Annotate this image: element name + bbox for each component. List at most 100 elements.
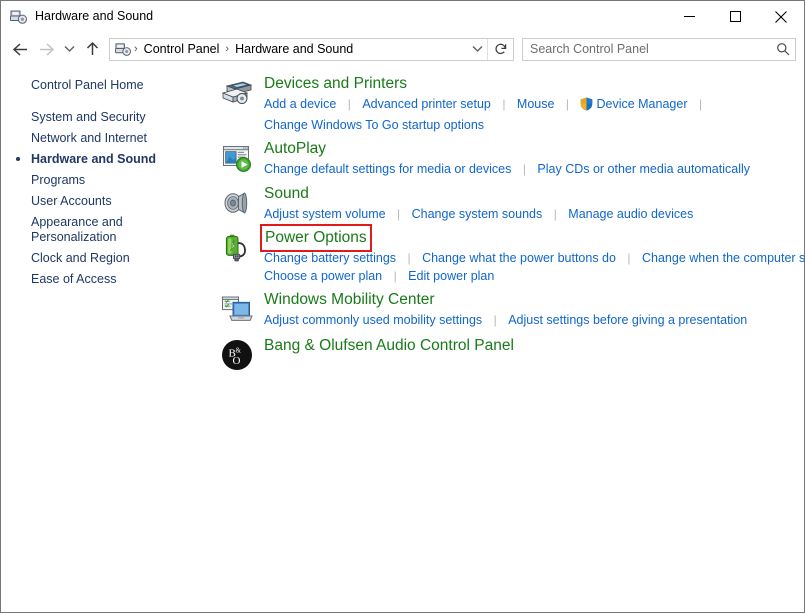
minimize-button[interactable]	[666, 1, 712, 32]
category-body: Bang & Olufsen Audio Control Panel	[257, 335, 804, 357]
refresh-icon[interactable]	[487, 38, 513, 60]
link-change-default-settings-for-media-or-devices[interactable]: Change default settings for media or dev…	[264, 162, 511, 176]
link-separator: |	[493, 313, 497, 328]
sidebar-item-appearance-and-personalization[interactable]: Appearance and Personalization	[1, 212, 211, 248]
category-title-windows-mobility-center[interactable]: Windows Mobility Center	[264, 290, 435, 310]
category-sound: Sound Adjust system volume | Change syst…	[211, 184, 804, 223]
breadcrumb-item-control-panel[interactable]: Control Panel	[141, 42, 223, 56]
category-body: Windows Mobility Center Adjust commonly …	[257, 290, 804, 329]
link-separator: |	[393, 269, 397, 284]
category-body: Devices and Printers Add a device | Adva…	[257, 74, 804, 134]
category-title-bang-olufsen-audio-control-panel[interactable]: Bang & Olufsen Audio Control Panel	[264, 335, 514, 357]
link-row: Choose a power plan | Edit power plan	[264, 267, 804, 285]
close-button[interactable]	[758, 1, 804, 32]
title-bar: Hardware and Sound	[1, 1, 804, 32]
category-bang-olufsen-audio-control-panel: B & O Bang & Olufsen Audio Control Panel	[211, 335, 804, 371]
link-change-battery-settings[interactable]: Change battery settings	[264, 251, 396, 265]
link-add-a-device[interactable]: Add a device	[264, 97, 336, 111]
link-adjust-system-volume[interactable]: Adjust system volume	[264, 207, 386, 221]
sidebar-item-user-accounts[interactable]: User Accounts	[1, 191, 211, 212]
category-title-autoplay[interactable]: AutoPlay	[264, 139, 326, 159]
printer-icon	[217, 74, 257, 108]
link-separator: |	[407, 250, 411, 265]
sidebar-item-control-panel-home[interactable]: Control Panel Home	[1, 75, 211, 96]
svg-text:&: &	[236, 346, 242, 354]
sidebar-item-programs[interactable]: Programs	[1, 170, 211, 191]
back-button[interactable]	[7, 36, 33, 62]
uac-shield-icon	[580, 97, 593, 116]
breadcrumb-separator: ›	[225, 43, 230, 55]
body-area: Control Panel Home System and Security N…	[1, 66, 805, 612]
category-windows-mobility-center: Windows Mobility Center Adjust commonly …	[211, 290, 804, 329]
up-button[interactable]	[79, 36, 105, 62]
link-advanced-printer-setup[interactable]: Advanced printer setup	[362, 97, 491, 111]
breadcrumb-separator: ›	[134, 43, 138, 55]
link-row: Add a device | Advanced printer setup | …	[264, 95, 804, 116]
link-separator: |	[553, 206, 557, 221]
link-change-windows-to-go-startup-options[interactable]: Change Windows To Go startup options	[264, 118, 484, 132]
category-autoplay: AutoPlay Change default settings for med…	[211, 139, 804, 178]
link-adjust-settings-before-giving-a-presentation[interactable]: Adjust settings before giving a presenta…	[508, 313, 747, 327]
link-separator: |	[698, 97, 703, 111]
link-change-what-the-power-buttons-do[interactable]: Change what the power buttons do	[422, 251, 616, 265]
link-change-when-the-computer-sleeps[interactable]: Change when the computer sleeps	[642, 251, 805, 265]
category-body: Sound Adjust system volume | Change syst…	[257, 184, 804, 223]
category-links: Adjust commonly used mobility settings |…	[264, 311, 804, 329]
link-edit-power-plan[interactable]: Edit power plan	[408, 269, 494, 283]
category-title-power-options[interactable]: Power Options	[260, 223, 372, 252]
forward-button[interactable]	[33, 36, 59, 62]
category-body: Power Options Change battery settings | …	[257, 223, 805, 285]
link-manage-audio-devices[interactable]: Manage audio devices	[568, 207, 693, 221]
devices-printers-icon	[10, 8, 27, 25]
bang-olufsen-logo-icon: B & O	[217, 335, 257, 371]
category-power-options: Power Options Change battery settings | …	[211, 223, 805, 285]
speaker-icon	[217, 184, 257, 218]
recent-locations-button[interactable]	[59, 36, 79, 62]
category-title-sound[interactable]: Sound	[264, 184, 309, 204]
sidebar-item-hardware-and-sound[interactable]: Hardware and Sound	[1, 149, 211, 170]
category-links: Change battery settings | Change what th…	[264, 249, 805, 285]
caption-buttons	[666, 1, 804, 32]
category-devices-and-printers: Devices and Printers Add a device | Adva…	[211, 74, 804, 134]
category-links: Change default settings for media or dev…	[264, 160, 804, 178]
link-mouse[interactable]: Mouse	[517, 97, 555, 111]
link-row: Change default settings for media or dev…	[264, 160, 804, 178]
search-input[interactable]	[523, 42, 771, 56]
link-separator: |	[627, 250, 631, 265]
link-row: Change battery settings | Change what th…	[264, 249, 805, 267]
breadcrumb-item-hardware-and-sound[interactable]: Hardware and Sound	[232, 42, 356, 56]
category-body: AutoPlay Change default settings for med…	[257, 139, 804, 178]
link-row: Adjust commonly used mobility settings |…	[264, 311, 804, 329]
sidebar-item-network-and-internet[interactable]: Network and Internet	[1, 128, 211, 149]
control-panel-window: Hardware and Sound › Control Panel › Har…	[0, 0, 805, 613]
category-title-devices-and-printers[interactable]: Devices and Printers	[264, 74, 407, 94]
link-adjust-commonly-used-mobility-settings[interactable]: Adjust commonly used mobility settings	[264, 313, 482, 327]
sidebar-item-clock-and-region[interactable]: Clock and Region	[1, 248, 211, 269]
link-separator: |	[347, 97, 351, 111]
link-device-manager[interactable]: Device Manager	[596, 97, 687, 111]
autoplay-icon	[217, 139, 257, 173]
window-title: Hardware and Sound	[35, 9, 154, 24]
svg-text:O: O	[233, 355, 241, 367]
link-separator: |	[522, 162, 526, 177]
maximize-button[interactable]	[712, 1, 758, 32]
link-separator: |	[502, 97, 506, 111]
link-choose-a-power-plan[interactable]: Choose a power plan	[264, 269, 382, 283]
category-links: Adjust system volume | Change system sou…	[264, 205, 804, 223]
link-row: Change Windows To Go startup options	[264, 116, 804, 134]
category-list: Devices and Printers Add a device | Adva…	[211, 66, 805, 612]
breadcrumb[interactable]: › Control Panel › Hardware and Sound	[109, 37, 514, 61]
link-separator: |	[397, 206, 401, 221]
link-play-cds-or-other-media-automatically[interactable]: Play CDs or other media automatically	[537, 162, 750, 176]
sidebar: Control Panel Home System and Security N…	[1, 66, 211, 612]
breadcrumb-dropdown-icon[interactable]	[467, 39, 487, 60]
search-icon[interactable]	[771, 42, 795, 56]
laptop-icon	[217, 290, 257, 324]
search-box[interactable]	[522, 37, 796, 61]
link-row: Adjust system volume | Change system sou…	[264, 205, 804, 223]
battery-icon	[217, 228, 257, 264]
sidebar-item-system-and-security[interactable]: System and Security	[1, 107, 211, 128]
sidebar-item-ease-of-access[interactable]: Ease of Access	[1, 269, 211, 290]
link-change-system-sounds[interactable]: Change system sounds	[412, 207, 543, 221]
category-links: Add a device | Advanced printer setup | …	[264, 95, 804, 134]
